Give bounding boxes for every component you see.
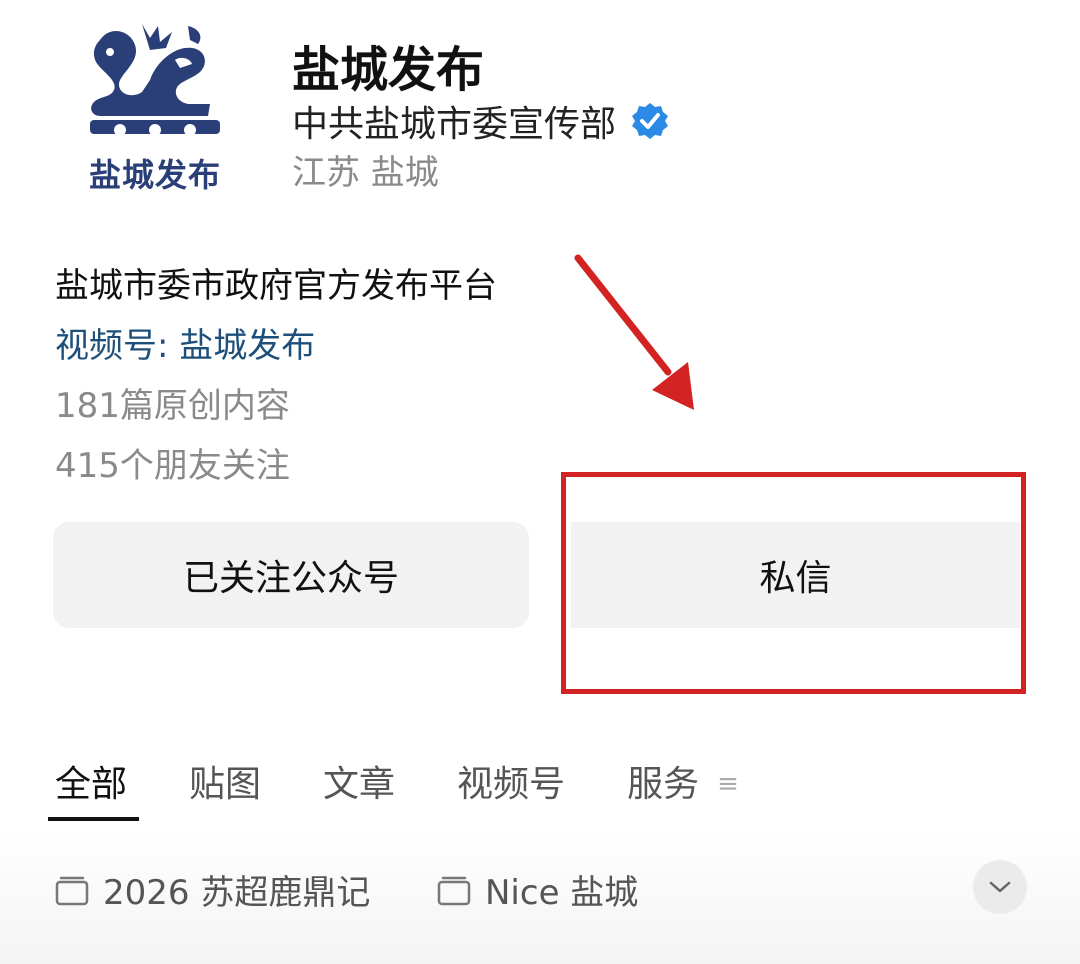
logo-text: 盐城发布 (88, 156, 221, 194)
friends-following-count: 415个朋友关注 (55, 446, 290, 486)
owner-row: 中共盐城市委宣传部 (292, 95, 670, 147)
tab-posts[interactable]: 贴图 (189, 755, 261, 819)
album-item[interactable]: 2026 苏超鹿鼎记 (55, 865, 370, 914)
account-description: 盐城市委市政府官方发布平台 (55, 266, 497, 306)
folder-icon (55, 876, 89, 905)
album-label: Nice 盐城 (485, 873, 639, 913)
expand-albums-button[interactable] (973, 860, 1027, 914)
tab-services[interactable]: 服务 (627, 755, 699, 819)
channel-link[interactable]: 视频号: 盐城发布 (55, 318, 315, 367)
account-logo[interactable]: 盐城发布 (80, 20, 230, 194)
logo-emblem-icon (90, 24, 220, 136)
original-articles-count: 181篇原创内容 (55, 386, 290, 426)
verified-badge-icon[interactable] (630, 101, 670, 141)
follow-status-button[interactable]: 已关注公众号 (53, 522, 529, 628)
album-item[interactable]: Nice 盐城 (437, 865, 638, 914)
menu-lines-icon[interactable]: ≡ (717, 769, 739, 799)
chevron-down-icon (989, 881, 1011, 893)
location: 江苏 盐城 (292, 153, 439, 193)
tab-all[interactable]: 全部 (47, 755, 140, 821)
account-name: 盐城发布 (292, 42, 485, 98)
folder-icon (437, 876, 471, 905)
tab-channels[interactable]: 视频号 (457, 755, 565, 819)
album-label: 2026 苏超鹿鼎记 (103, 873, 371, 913)
private-message-button[interactable]: 私信 (571, 522, 1020, 628)
content-tabs: 全部 贴图 文章 视频号 服务 ≡ (47, 755, 739, 821)
owner-name: 中共盐城市委宣传部 (292, 104, 617, 145)
tab-articles[interactable]: 文章 (323, 755, 395, 819)
